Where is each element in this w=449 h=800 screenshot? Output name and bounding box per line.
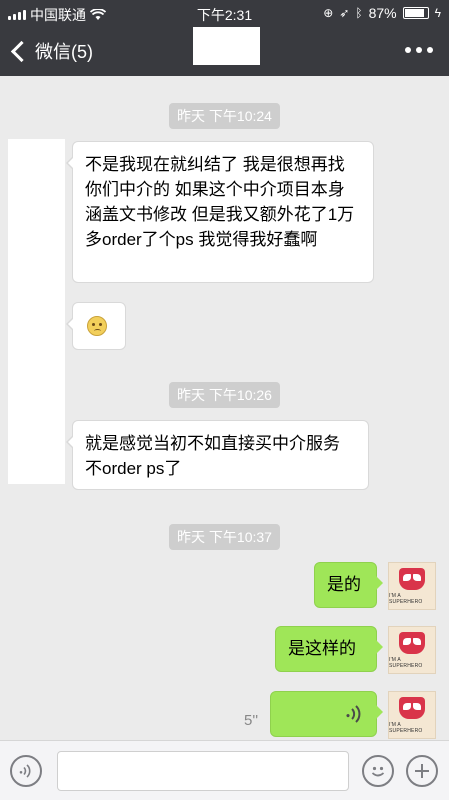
timestamp: 昨天 下午10:24 (0, 103, 449, 129)
my-avatar[interactable]: I'M A SUPERHERO (388, 691, 436, 739)
emoji-icon[interactable] (362, 755, 394, 787)
my-avatar[interactable]: I'M A SUPERHERO (388, 626, 436, 674)
back-button[interactable]: 微信(5) (10, 26, 93, 76)
avatar-caption: I'M A SUPERHERO (389, 721, 423, 734)
avatar-caption: I'M A SUPERHERO (389, 592, 423, 605)
voice-wave-icon (346, 705, 361, 723)
message-text: 是的 (327, 575, 361, 594)
status-bar: 中国联通 下午2:31 ⊕ ➶ ᛒ 87% ϟ (0, 0, 449, 26)
message-bubble-incoming[interactable]: 不是我现在就纠结了 我是很想再找你们中介的 如果这个中介项目本身涵盖文书修改 但… (66, 141, 374, 283)
voice-duration: 5'' (244, 712, 259, 729)
redacted-avatar-area (8, 139, 65, 484)
plus-icon[interactable] (406, 755, 438, 787)
chevron-left-icon (10, 40, 33, 62)
spiderman-mask-icon (399, 567, 425, 590)
orientation-lock-icon: ⊕ (323, 6, 334, 20)
worried-face-emoji (87, 316, 107, 336)
message-input[interactable] (57, 751, 349, 791)
contact-name-redacted (193, 27, 260, 65)
voice-message-bubble[interactable] (270, 691, 383, 737)
spiderman-mask-icon (399, 696, 425, 719)
message-bubble-outgoing[interactable]: 是这样的 (275, 626, 383, 672)
message-bubble-incoming[interactable]: 就是感觉当初不如直接买中介服务 不order ps了 (66, 420, 369, 490)
location-icon: ➶ (339, 6, 350, 20)
message-bubble-outgoing[interactable]: 是的 (314, 562, 383, 608)
message-text: 不是我现在就纠结了 我是很想再找你们中介的 如果这个中介项目本身涵盖文书修改 但… (85, 155, 355, 249)
timestamp: 昨天 下午10:37 (0, 524, 449, 550)
spiderman-mask-icon (399, 631, 425, 654)
timestamp: 昨天 下午10:26 (0, 382, 449, 408)
bluetooth-icon: ᛒ (355, 6, 363, 20)
my-avatar[interactable]: I'M A SUPERHERO (388, 562, 436, 610)
input-bar (0, 740, 449, 800)
voice-mode-icon[interactable] (10, 755, 42, 787)
more-dots-icon[interactable] (405, 47, 433, 53)
back-label: 微信(5) (35, 42, 93, 62)
message-text: 就是感觉当初不如直接买中介服务 不order ps了 (85, 434, 340, 478)
battery-icon (402, 7, 429, 19)
message-text: 是这样的 (288, 639, 356, 658)
avatar-caption: I'M A SUPERHERO (389, 656, 423, 669)
message-bubble-incoming-emoji[interactable] (66, 302, 126, 350)
charging-icon: ϟ (434, 6, 441, 20)
chat-header: 微信(5) (0, 26, 449, 76)
status-right: ⊕ ➶ ᛒ 87% ϟ (323, 5, 441, 21)
battery-percent: 87% (368, 5, 397, 21)
